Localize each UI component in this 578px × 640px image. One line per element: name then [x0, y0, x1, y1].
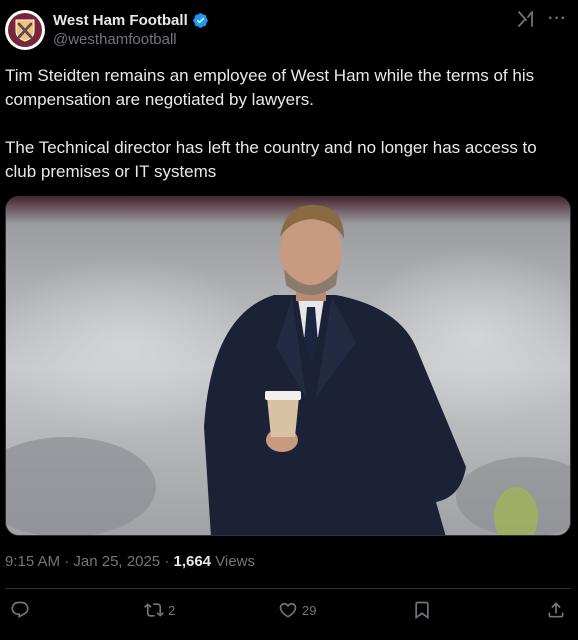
like-count: 29: [302, 602, 317, 618]
grok-icon[interactable]: [515, 8, 537, 30]
action-bar: 2 29: [0, 598, 578, 628]
tweet-paragraph: The Technical director has left the coun…: [5, 138, 537, 181]
views-count[interactable]: 1,664: [173, 553, 211, 570]
retweet-icon: [144, 603, 164, 617]
retweet-button[interactable]: 2: [144, 600, 175, 620]
verified-badge-icon: [192, 12, 208, 28]
more-icon[interactable]: ···: [548, 10, 567, 28]
tweet-photo[interactable]: [5, 196, 571, 536]
reply-icon: [11, 601, 29, 619]
reply-button[interactable]: [10, 600, 34, 620]
display-name[interactable]: West Ham Football: [53, 12, 188, 29]
tweet-text: Tim Steidten remains an employee of West…: [5, 64, 570, 184]
retweet-count: 2: [168, 602, 176, 618]
tweet-time[interactable]: 9:15 AM: [5, 553, 60, 570]
share-icon: [548, 602, 564, 618]
bookmark-icon: [415, 601, 429, 620]
bookmark-button[interactable]: [412, 600, 432, 620]
like-button[interactable]: 29: [278, 600, 316, 620]
views-label: Views: [215, 553, 255, 570]
divider: [5, 588, 571, 589]
tweet-meta: 9:15 AM · Jan 25, 2025 · 1,664 Views: [5, 553, 255, 570]
heart-icon: [279, 602, 297, 618]
west-ham-crest-icon: [8, 13, 42, 47]
avatar[interactable]: [5, 10, 45, 50]
tweet-header: West Ham Football @westhamfootball ···: [5, 8, 573, 52]
meta-separator: ·: [64, 553, 70, 570]
meta-separator: ·: [164, 553, 170, 570]
photo-image: [6, 197, 570, 535]
author-names[interactable]: West Ham Football @westhamfootball: [53, 10, 209, 48]
handle[interactable]: @westhamfootball: [53, 31, 209, 48]
share-button[interactable]: [546, 600, 566, 620]
tweet-paragraph: Tim Steidten remains an employee of West…: [5, 66, 535, 109]
tweet-date[interactable]: Jan 25, 2025: [73, 553, 160, 570]
